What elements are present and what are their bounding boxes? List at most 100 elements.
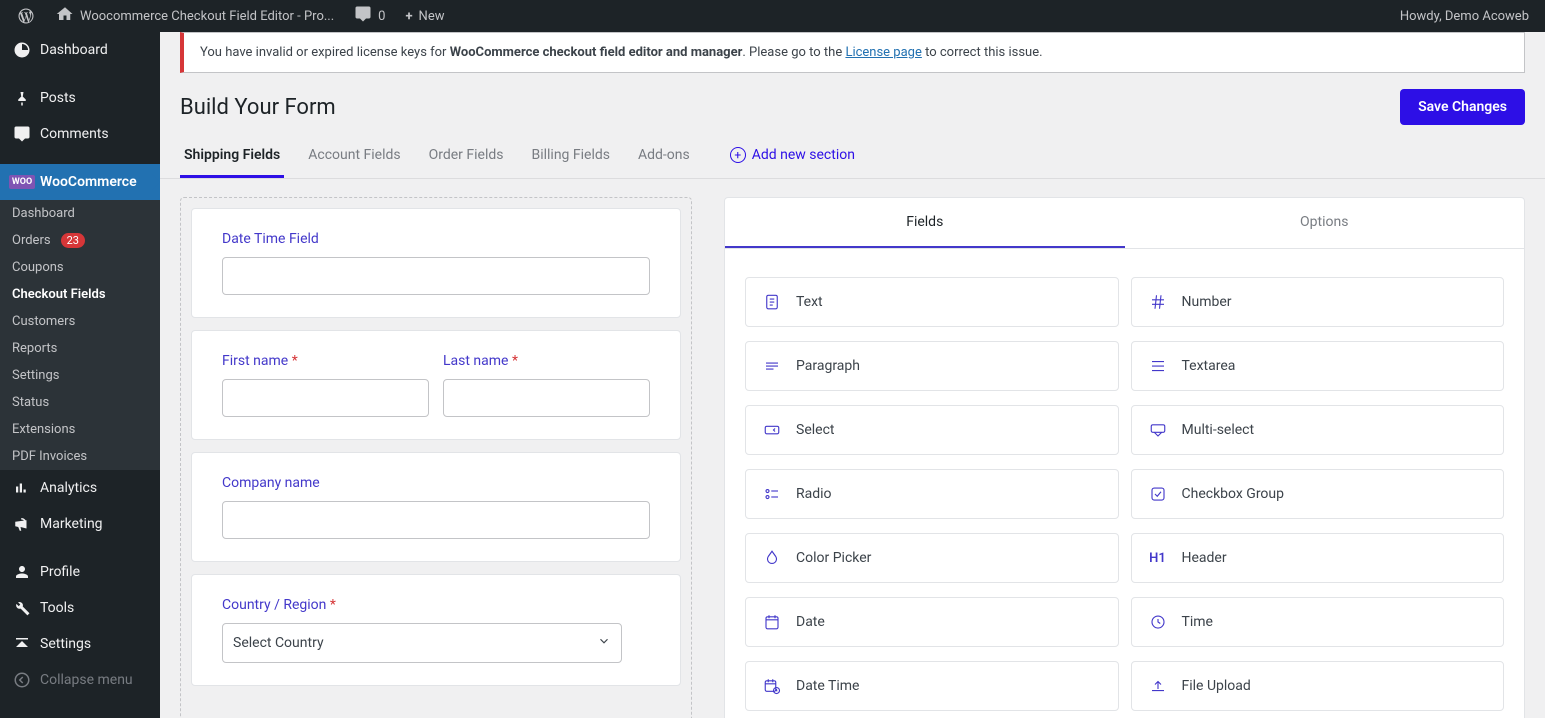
field-type-text[interactable]: Text <box>745 277 1119 327</box>
company-input[interactable] <box>222 501 650 539</box>
wrench-icon <box>12 598 32 618</box>
sidebar-label: Posts <box>40 90 76 106</box>
tab-account[interactable]: Account Fields <box>304 139 404 178</box>
sidebar-item-comments[interactable]: Comments <box>0 116 160 152</box>
sidebar-label: Collapse menu <box>40 672 133 688</box>
license-link[interactable]: License page <box>845 45 921 60</box>
plus-icon: + <box>405 9 412 24</box>
firstname-input[interactable] <box>222 379 429 417</box>
notice-bold: WooCommerce checkout field editor and ma… <box>450 45 743 60</box>
tab-shipping[interactable]: Shipping Fields <box>180 139 284 178</box>
sidebar-item-collapse[interactable]: Collapse menu <box>0 662 160 698</box>
home-icon <box>56 5 74 27</box>
multiselect-icon <box>1148 420 1168 440</box>
comments-count: 0 <box>378 9 385 24</box>
panel-tab-fields[interactable]: Fields <box>725 198 1125 248</box>
license-notice: You have invalid or expired license keys… <box>180 32 1525 73</box>
notice-text: You have invalid or expired license keys… <box>200 45 450 60</box>
plus-circle-icon: + <box>730 147 746 163</box>
megaphone-icon <box>12 514 32 534</box>
datetime-input[interactable] <box>222 257 650 295</box>
sub-settings[interactable]: Settings <box>0 362 160 389</box>
sub-orders[interactable]: Orders23 <box>0 227 160 254</box>
admin-bar: Woocommerce Checkout Field Editor - Pro.… <box>0 0 1545 32</box>
field-type-header[interactable]: H1Header <box>1131 533 1505 583</box>
home-link[interactable]: Woocommerce Checkout Field Editor - Pro.… <box>48 0 342 32</box>
sub-status[interactable]: Status <box>0 389 160 416</box>
sidebar-item-dashboard[interactable]: Dashboard <box>0 32 160 68</box>
chevron-down-icon <box>597 634 611 652</box>
select-placeholder: Select Country <box>233 635 324 651</box>
comments-link[interactable]: 0 <box>346 0 393 32</box>
field-card[interactable]: Date Time Field <box>191 208 681 318</box>
woocommerce-icon: WOO <box>12 172 32 192</box>
sidebar-item-settings[interactable]: Settings <box>0 626 160 662</box>
select-icon <box>762 420 782 440</box>
sub-customers[interactable]: Customers <box>0 308 160 335</box>
dashboard-icon <box>12 40 32 60</box>
field-type-textarea[interactable]: Textarea <box>1131 341 1505 391</box>
sub-dashboard[interactable]: Dashboard <box>0 200 160 227</box>
add-section-label: Add new section <box>752 147 855 163</box>
save-button[interactable]: Save Changes <box>1400 89 1525 125</box>
lastname-input[interactable] <box>443 379 650 417</box>
wp-logo[interactable] <box>8 0 44 32</box>
sidebar-item-analytics[interactable]: Analytics <box>0 470 160 506</box>
sidebar-item-profile[interactable]: Profile <box>0 554 160 590</box>
field-type-datetime[interactable]: Date Time <box>745 661 1119 711</box>
sidebar-item-marketing[interactable]: Marketing <box>0 506 160 542</box>
panel-tab-options[interactable]: Options <box>1125 198 1525 248</box>
sidebar-label: Comments <box>40 126 109 142</box>
new-link[interactable]: + New <box>397 0 452 32</box>
header-icon: H1 <box>1148 548 1168 568</box>
comment-icon <box>12 124 32 144</box>
sidebar-item-posts[interactable]: Posts <box>0 80 160 116</box>
upload-icon <box>1148 676 1168 696</box>
wordpress-icon <box>16 6 36 26</box>
panel-tabs: Fields Options <box>725 198 1524 249</box>
sidebar-label: Profile <box>40 564 80 580</box>
field-type-color-picker[interactable]: Color Picker <box>745 533 1119 583</box>
sidebar-label: Dashboard <box>40 42 108 58</box>
sub-reports[interactable]: Reports <box>0 335 160 362</box>
datetime-icon <box>762 676 782 696</box>
field-label-lastname: Last name * <box>443 353 650 369</box>
field-type-multiselect[interactable]: Multi-select <box>1131 405 1505 455</box>
field-type-checkbox-group[interactable]: Checkbox Group <box>1131 469 1505 519</box>
field-type-date[interactable]: Date <box>745 597 1119 647</box>
sub-extensions[interactable]: Extensions <box>0 416 160 443</box>
comment-icon <box>354 5 372 27</box>
analytics-icon <box>12 478 32 498</box>
calendar-icon <box>762 612 782 632</box>
site-title: Woocommerce Checkout Field Editor - Pro.… <box>80 9 334 24</box>
sub-coupons[interactable]: Coupons <box>0 254 160 281</box>
sidebar-item-woocommerce[interactable]: WOO WooCommerce <box>0 164 160 200</box>
admin-sidebar: Dashboard Posts Comments WOO WooCommerce… <box>0 32 160 718</box>
sidebar-label: Tools <box>40 600 74 616</box>
checkbox-icon <box>1148 484 1168 504</box>
howdy-link[interactable]: Howdy, Demo Acoweb <box>1392 0 1537 32</box>
tab-billing[interactable]: Billing Fields <box>527 139 614 178</box>
field-card[interactable]: Company name <box>191 452 681 562</box>
field-label-datetime: Date Time Field <box>222 231 650 247</box>
country-select[interactable]: Select Country <box>222 623 622 663</box>
field-type-time[interactable]: Time <box>1131 597 1505 647</box>
sub-pdf-invoices[interactable]: PDF Invoices <box>0 443 160 470</box>
sub-checkout-fields[interactable]: Checkout Fields <box>0 281 160 308</box>
field-type-number[interactable]: Number <box>1131 277 1505 327</box>
tab-addons[interactable]: Add-ons <box>634 139 694 178</box>
field-type-paragraph[interactable]: Paragraph <box>745 341 1119 391</box>
field-type-file-upload[interactable]: File Upload <box>1131 661 1505 711</box>
hash-icon <box>1148 292 1168 312</box>
collapse-icon <box>12 670 32 690</box>
field-type-radio[interactable]: Radio <box>745 469 1119 519</box>
add-section-button[interactable]: + Add new section <box>730 147 855 171</box>
orders-badge: 23 <box>61 233 85 248</box>
field-card[interactable]: First name * Last name * <box>191 330 681 440</box>
field-type-select[interactable]: Select <box>745 405 1119 455</box>
howdy-text: Howdy, Demo Acoweb <box>1400 9 1529 24</box>
sidebar-label: Analytics <box>40 480 97 496</box>
field-card[interactable]: Country / Region * Select Country <box>191 574 681 686</box>
tab-order[interactable]: Order Fields <box>425 139 508 178</box>
sidebar-item-tools[interactable]: Tools <box>0 590 160 626</box>
